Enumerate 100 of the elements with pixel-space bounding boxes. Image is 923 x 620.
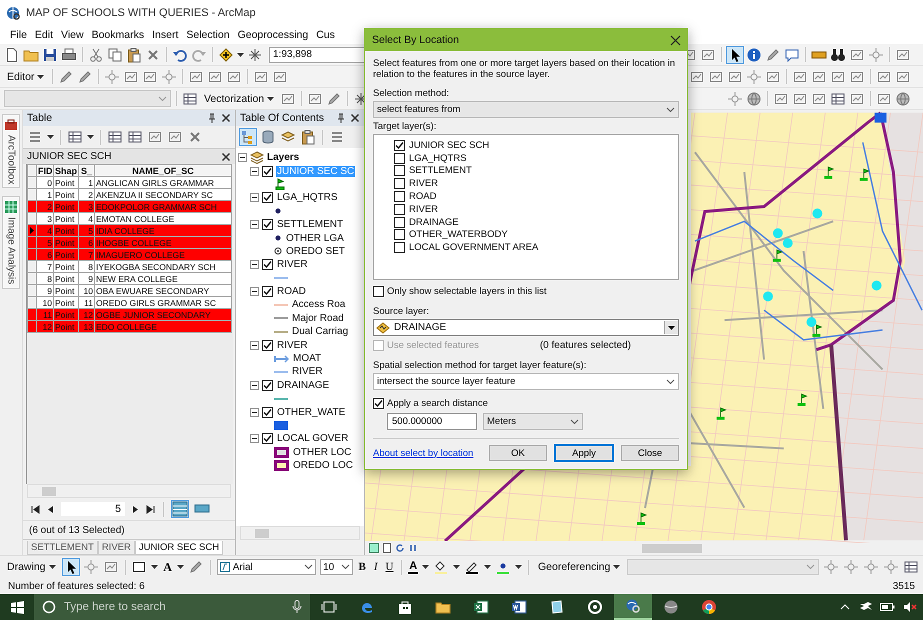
underline-button[interactable]: U: [384, 561, 396, 573]
collapse-icon[interactable]: [250, 380, 259, 390]
last-record-icon[interactable]: [146, 504, 155, 514]
menu-item[interactable]: Cus: [312, 29, 339, 41]
table-row[interactable]: 6 Point 7 IMAGUERO COLLEGE: [28, 248, 232, 260]
menu-item[interactable]: View: [57, 29, 88, 41]
pointer-icon[interactable]: [62, 559, 79, 575]
table-row[interactable]: 4 Point 5 IDIA COLLEGE: [28, 224, 232, 236]
table-row[interactable]: 2 Point 3 EDOKPOLOR GRAMMAR SCH: [28, 200, 232, 212]
checkbox[interactable]: [394, 191, 405, 202]
pencil-icon[interactable]: [77, 68, 94, 84]
binoculars-icon[interactable]: [830, 46, 846, 62]
crosshair-icon[interactable]: [868, 46, 884, 62]
table-rows-icon[interactable]: [172, 501, 188, 517]
collapse-icon[interactable]: [250, 340, 259, 350]
table-icon[interactable]: [903, 559, 920, 575]
unit-dropdown[interactable]: Meters: [483, 413, 583, 430]
info-icon[interactable]: [746, 46, 762, 62]
checkbox[interactable]: [262, 406, 273, 418]
font-color-button[interactable]: A: [408, 560, 418, 574]
layer-name[interactable]: SETTLEMENT: [276, 219, 344, 230]
clipboard-icon[interactable]: [126, 46, 142, 62]
refresh-icon[interactable]: [395, 543, 405, 553]
menu-item[interactable]: Bookmarks: [88, 29, 148, 41]
collapse-icon[interactable]: [250, 193, 259, 202]
checkbox[interactable]: [394, 140, 405, 151]
search-field[interactable]: Type here to search: [62, 600, 286, 614]
table-icon[interactable]: [182, 90, 198, 106]
layout-view-icon[interactable]: [369, 543, 379, 553]
tool-icon[interactable]: [147, 129, 163, 145]
text-tool-button[interactable]: A: [162, 560, 173, 574]
collapse-icon[interactable]: [250, 260, 259, 270]
dialog-button[interactable]: OK: [489, 445, 547, 461]
checkbox[interactable]: [373, 398, 384, 409]
table-row[interactable]: 10 Point 11 OREDO GIRLS GRAMMAR SC: [28, 296, 232, 308]
previous-record-icon[interactable]: [46, 504, 55, 514]
table-row[interactable]: 11 Point 12 OGBE JUNIOR SECONDARY: [28, 308, 232, 320]
layer-name[interactable]: ROAD: [276, 286, 307, 298]
layer-name[interactable]: LOCAL GOVER: [276, 433, 350, 444]
collapse-icon[interactable]: [250, 220, 259, 230]
crosshair-icon[interactable]: [161, 68, 178, 84]
checkbox[interactable]: [394, 165, 405, 176]
row-selector[interactable]: [28, 224, 36, 236]
close-icon[interactable]: [350, 113, 360, 123]
table-row[interactable]: 7 Point 8 IYEKOGBA SECONDARY SCH: [28, 260, 232, 272]
checkbox[interactable]: [262, 219, 273, 230]
table-row[interactable]: 9 Point 10 OBA EWUARE SECONDARY: [28, 284, 232, 296]
tool-icon[interactable]: [102, 559, 119, 575]
new-document-icon[interactable]: [4, 46, 20, 62]
side-tab[interactable]: Image Analysis: [2, 196, 20, 289]
scissors-icon[interactable]: [88, 46, 104, 62]
table-icon[interactable]: [67, 129, 83, 145]
table-row[interactable]: 1 Point 2 AKENZUA II SECONDARY SC: [28, 188, 232, 200]
checkbox[interactable]: [394, 229, 405, 240]
printer-icon[interactable]: [61, 46, 77, 62]
layer-name[interactable]: DRAINAGE: [276, 380, 330, 391]
menu-item[interactable]: File: [6, 29, 31, 41]
rectangle-icon[interactable]: [131, 559, 148, 575]
horizontal-scrollbar[interactable]: [27, 484, 231, 498]
table-icon[interactable]: [127, 129, 143, 145]
record-field[interactable]: 5: [61, 502, 125, 516]
menu-item[interactable]: Insert: [148, 29, 182, 41]
checkbox[interactable]: [262, 380, 273, 391]
layer-name[interactable]: OTHER_WATE: [276, 406, 346, 418]
table-tab[interactable]: SETTLEMENT: [27, 541, 98, 555]
close-icon[interactable]: [670, 34, 681, 46]
close-icon[interactable]: [221, 113, 231, 123]
next-record-icon[interactable]: [131, 504, 140, 514]
source-layer-dropdown[interactable]: DRAINAGE: [373, 319, 679, 336]
close-icon[interactable]: [221, 152, 231, 162]
bold-button[interactable]: B: [356, 561, 368, 573]
side-tab[interactable]: ArcToolbox: [2, 114, 20, 188]
menu-item[interactable]: Geoprocessing: [234, 29, 312, 41]
search-box[interactable]: Type here to search: [34, 594, 310, 620]
database-icon[interactable]: [260, 129, 276, 145]
table-tab[interactable]: JUNIOR SEC SCH: [134, 541, 224, 555]
battery-icon[interactable]: [880, 602, 895, 612]
checkbox[interactable]: [262, 340, 273, 351]
table-row[interactable]: 5 Point 6 IHOGBE COLLEGE: [28, 236, 232, 248]
column-header[interactable]: FID: [36, 164, 54, 176]
pencil-icon[interactable]: [765, 46, 781, 62]
collapse-icon[interactable]: [250, 408, 259, 417]
tree-view-icon[interactable]: [240, 129, 256, 145]
column-header[interactable]: S_: [78, 164, 94, 176]
table-row[interactable]: 0 Point 1 ANGLICAN GIRLS GRAMMAR: [28, 176, 232, 188]
checkbox[interactable]: [394, 216, 405, 228]
checkbox[interactable]: [262, 259, 273, 270]
vectorization-menu-button[interactable]: Vectorization: [201, 92, 278, 106]
dialog-button[interactable]: Apply: [555, 445, 613, 461]
collapse-icon[interactable]: [238, 153, 247, 162]
pin-icon[interactable]: [336, 113, 346, 123]
georeferencing-menu-button[interactable]: Georeferencing: [534, 560, 624, 574]
column-header[interactable]: Shap: [54, 164, 78, 176]
dialog-button[interactable]: Close: [621, 445, 679, 461]
first-record-icon[interactable]: [31, 504, 40, 514]
italic-button[interactable]: I: [372, 561, 380, 573]
pencil-icon[interactable]: [188, 559, 204, 575]
checkbox[interactable]: [262, 286, 273, 298]
crosshair-icon[interactable]: [746, 68, 762, 84]
layer-name[interactable]: RIVER: [276, 259, 309, 270]
